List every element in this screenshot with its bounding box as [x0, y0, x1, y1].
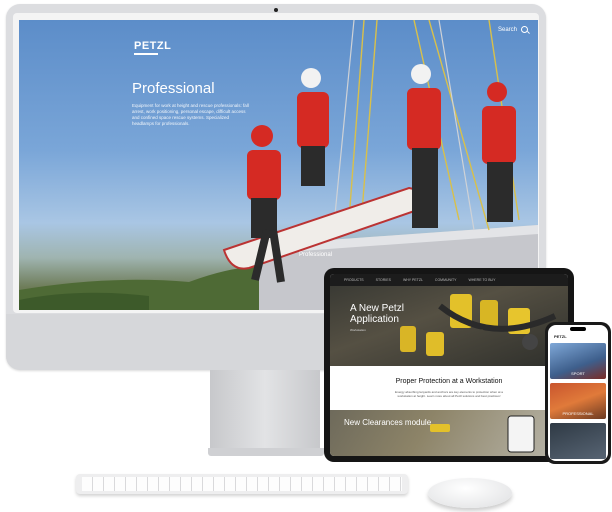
tablet-website: PRODUCTS STORIES WHY PETZL COMMUNITY WHE… — [330, 274, 568, 456]
tablet-nav: PRODUCTS STORIES WHY PETZL COMMUNITY WHE… — [330, 274, 568, 286]
iphone-device: PETZL SPORT PROFESSIONAL — [545, 322, 611, 464]
equipment-photo — [400, 294, 557, 356]
tile-professional[interactable]: PROFESSIONAL — [550, 383, 606, 419]
clearances-card[interactable]: New Clearances module — [330, 410, 568, 456]
nav-item-why-petzl[interactable]: WHY PETZL — [403, 278, 423, 282]
tile-sport[interactable]: SPORT — [550, 343, 606, 379]
hero-caption: Professional — [299, 252, 333, 258]
tablet-hero: A New Petzl Application Workstation — [330, 286, 568, 366]
desktop-website: PETZL Search Professional Equipment for … — [19, 20, 538, 310]
dynamic-island — [570, 327, 586, 331]
keyboard-keys — [82, 477, 402, 491]
magic-keyboard — [76, 474, 408, 494]
phone-petzl-logo[interactable]: PETZL — [554, 334, 567, 339]
phone-mockup-icon — [507, 415, 535, 453]
hero-photo — [19, 20, 538, 310]
hero-description: Equipment for work at height and rescue … — [132, 103, 249, 126]
imac-stand — [210, 370, 320, 452]
petzl-logo[interactable]: PETZL — [134, 40, 171, 55]
magic-mouse — [428, 478, 512, 508]
tile-third[interactable] — [550, 423, 606, 459]
ipad-device: PRODUCTS STORIES WHY PETZL COMMUNITY WHE… — [324, 268, 574, 462]
section-title: Proper Protection at a Workstation — [395, 378, 503, 385]
nav-item-community[interactable]: COMMUNITY — [435, 278, 457, 282]
phone-website: PETZL SPORT PROFESSIONAL — [548, 325, 608, 461]
tablet-hero-title: A New Petzl Application — [350, 303, 404, 325]
rescuer-4 — [482, 82, 516, 222]
tile-professional-label: PROFESSIONAL — [562, 411, 594, 416]
search-button[interactable]: Search — [498, 26, 528, 33]
nav-item-stories[interactable]: STORIES — [376, 278, 391, 282]
tablet-hero-subtitle: Workstation — [350, 328, 366, 332]
section-description: Energy absorbing lanyards and anchors ar… — [395, 390, 503, 398]
nav-item-where-to-buy[interactable]: WHERE TO BUY — [469, 278, 496, 282]
hero-title: Professional — [132, 80, 215, 97]
camera-icon — [274, 8, 278, 12]
tile-sport-label: SPORT — [571, 371, 585, 376]
rescuer-3 — [407, 64, 441, 228]
nav-item-products[interactable]: PRODUCTS — [344, 278, 364, 282]
search-label: Search — [497, 26, 517, 33]
rescuer-2 — [297, 68, 329, 186]
search-icon — [521, 26, 528, 33]
imac-stand-foot — [208, 448, 324, 456]
